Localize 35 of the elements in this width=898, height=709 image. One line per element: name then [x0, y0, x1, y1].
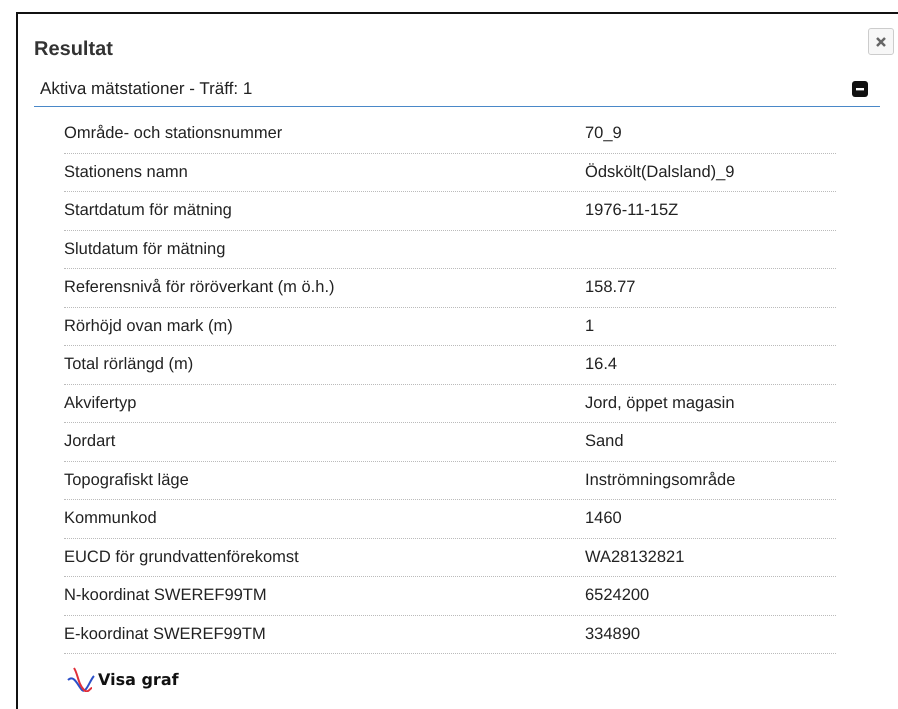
- field-value: 1: [585, 316, 596, 336]
- field-label: Rörhöjd ovan mark (m): [64, 316, 234, 336]
- field-label: N-koordinat SWEREF99TM: [64, 586, 268, 606]
- field-value: Jord, öppet magasin: [585, 394, 736, 413]
- field-value: 6524200: [585, 586, 650, 606]
- field-label: Akvifertyp: [64, 394, 138, 413]
- field-value: Ödskölt(Dalsland)_9: [585, 162, 736, 182]
- field-label: Startdatum för mätning: [64, 201, 233, 220]
- field-value: Sand: [585, 432, 625, 452]
- field-value: Inströmningsområde: [585, 470, 736, 490]
- close-button[interactable]: [868, 28, 894, 55]
- field-value: 334890: [585, 624, 642, 644]
- section-title: Aktiva mätstationer - Träff: 1: [40, 78, 252, 98]
- field-label: E-koordinat SWEREF99TM: [64, 624, 267, 644]
- field-value: 158.77: [585, 278, 636, 298]
- field-label: Topografiskt läge: [64, 470, 190, 490]
- graph-curves-icon: [66, 666, 96, 692]
- field-label: Kommunkod: [64, 509, 158, 528]
- field-label: Total rörlängd (m): [64, 355, 194, 374]
- section-header[interactable]: Aktiva mätstationer - Träff: 1: [34, 71, 880, 107]
- field-value: 1460: [585, 509, 623, 528]
- field-label: Jordart: [64, 432, 116, 452]
- field-value: WA28132821: [585, 548, 686, 567]
- dialog-title: Resultat: [34, 38, 113, 61]
- close-icon: [876, 36, 886, 46]
- field-label: Område- och stationsnummer: [64, 124, 284, 144]
- collapse-button[interactable]: [852, 80, 868, 96]
- field-value: 16.4: [585, 355, 618, 374]
- field-label: EUCD för grundvattenförekomst: [64, 548, 300, 567]
- field-value: 70_9: [585, 124, 623, 144]
- field-label: Slutdatum för mätning: [64, 240, 226, 259]
- show-graph-link[interactable]: Visa graf: [66, 666, 179, 692]
- field-label: Referensnivå för röröverkant (m ö.h.): [64, 278, 336, 298]
- field-label: Stationens namn: [64, 162, 189, 182]
- field-value: 1976-11-15Z: [585, 201, 680, 220]
